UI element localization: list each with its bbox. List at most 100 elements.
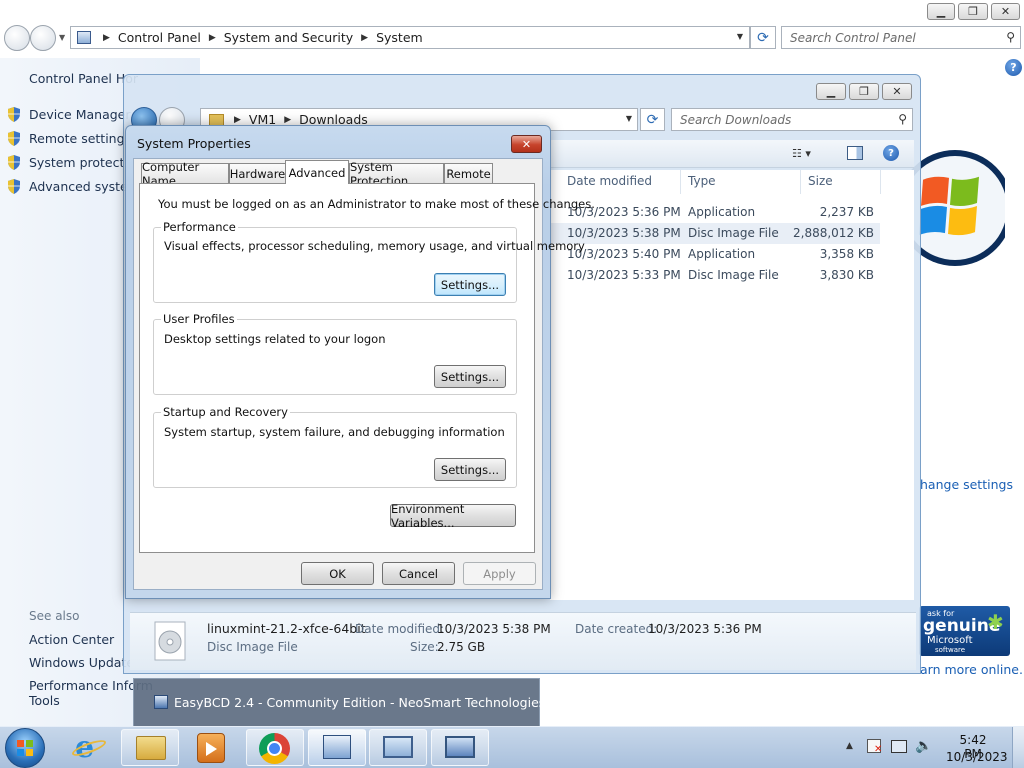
row-type: Application: [688, 205, 756, 219]
see-also-heading: See also: [29, 609, 80, 623]
ok-button[interactable]: OK: [301, 562, 374, 585]
breadcrumb-control-panel[interactable]: Control Panel: [118, 30, 201, 45]
tab-computer-name[interactable]: Computer Name: [141, 160, 229, 188]
address-dropdown-icon[interactable]: ▼: [626, 114, 632, 123]
volume-muted-icon[interactable]: 🔈: [915, 738, 932, 754]
row-size: 3,830 KB: [819, 268, 874, 282]
row-size: 2,888,012 KB: [793, 226, 874, 240]
device-manager-link[interactable]: Device Manager: [29, 107, 131, 122]
remote-settings-link[interactable]: Remote settings: [29, 131, 131, 146]
system-properties-button[interactable]: [431, 729, 489, 766]
column-divider: [680, 170, 681, 194]
shield-icon: [8, 131, 20, 146]
star-icon: ✱: [987, 610, 1004, 634]
control-panel-address-row: ▼ ▶ Control Panel ▶ System and Security …: [0, 24, 1024, 54]
remote-desktop-button[interactable]: [369, 729, 427, 766]
google-chrome-button[interactable]: [246, 729, 304, 766]
help-icon[interactable]: ?: [1005, 59, 1022, 76]
recent-pages-icon[interactable]: ▼: [59, 33, 65, 42]
preview-pane-icon[interactable]: [847, 146, 863, 160]
easybcd-icon: [323, 735, 351, 759]
search-placeholder: Search Downloads: [680, 112, 792, 127]
search-icon[interactable]: ⚲: [1006, 30, 1015, 44]
windows-update-link[interactable]: Windows Update: [29, 655, 134, 670]
chrome-icon: [259, 733, 290, 764]
column-size[interactable]: Size: [808, 174, 833, 188]
show-hidden-icons-button[interactable]: ▲: [846, 741, 853, 751]
table-row[interactable]: 10/3/2023 5:40 PM Application 3,358 KB: [550, 244, 880, 265]
network-icon[interactable]: [891, 740, 907, 753]
details-pane: linuxmint-21.2-xfce-64bit Disc Image Fil…: [130, 612, 916, 670]
explorer-close-button[interactable]: ✕: [882, 83, 912, 100]
performance-tools-link[interactable]: Tools: [29, 693, 60, 708]
tab-hardware[interactable]: Hardware: [229, 163, 286, 183]
disc-image-file-icon: [154, 621, 186, 661]
tab-remote[interactable]: Remote: [444, 163, 493, 183]
explorer-minimize-button[interactable]: ▁: [816, 83, 846, 100]
table-row[interactable]: 10/3/2023 5:36 PM Application 2,237 KB: [550, 202, 880, 223]
maximize-button[interactable]: ❐: [958, 3, 988, 20]
column-type[interactable]: Type: [688, 174, 716, 188]
show-desktop-button[interactable]: [1012, 727, 1024, 768]
genuine-microsoft-badge[interactable]: ask for genuine Microsoft software ✱: [919, 606, 1010, 656]
environment-variables-button[interactable]: Environment Variables...: [390, 502, 516, 530]
breadcrumb-system-security[interactable]: System and Security: [224, 30, 353, 45]
breadcrumb-arrow-icon: ▶: [208, 32, 216, 43]
breadcrumb-arrow-icon: ▶: [361, 32, 369, 43]
windows-flag-icon: [17, 740, 33, 756]
back-button[interactable]: [4, 25, 30, 51]
start-button[interactable]: [5, 728, 45, 768]
shield-icon: [8, 155, 20, 170]
control-panel-home-link[interactable]: Control Panel Hor: [29, 71, 138, 86]
internet-explorer-button[interactable]: e: [70, 731, 108, 765]
startup-recovery-settings-button[interactable]: Settings...: [434, 458, 506, 481]
windows-explorer-button[interactable]: [121, 729, 179, 766]
user-profiles-settings-button[interactable]: Settings...: [434, 365, 506, 388]
explorer-maximize-button[interactable]: ❐: [849, 83, 879, 100]
close-button[interactable]: ✕: [991, 3, 1020, 20]
row-type: Disc Image File: [688, 268, 779, 282]
folder-icon: [136, 736, 166, 760]
search-icon[interactable]: ⚲: [898, 112, 907, 126]
table-row[interactable]: 10/3/2023 5:33 PM Disc Image File 3,830 …: [550, 265, 880, 286]
performance-settings-button[interactable]: Settings...: [434, 273, 506, 296]
dialog-close-button[interactable]: ✕: [511, 135, 542, 153]
row-size: 2,237 KB: [819, 205, 874, 219]
change-settings-link[interactable]: hange settings: [920, 477, 1013, 492]
search-downloads-input[interactable]: Search Downloads ⚲: [671, 108, 913, 131]
performance-description: Visual effects, processor scheduling, me…: [164, 239, 585, 253]
easybcd-button[interactable]: [308, 729, 366, 766]
details-modified-label: Date modified:: [355, 622, 445, 636]
tab-system-protection[interactable]: System Protection: [349, 160, 444, 188]
minimize-button[interactable]: ▁: [927, 3, 955, 20]
search-control-panel-input[interactable]: Search Control Panel ⚲: [781, 26, 1021, 49]
easybcd-taskbar-preview[interactable]: EasyBCD 2.4 - Community Edition - NeoSma…: [133, 678, 545, 727]
breadcrumb-system[interactable]: System: [376, 30, 423, 45]
refresh-button[interactable]: ⟳: [750, 26, 776, 49]
tab-advanced[interactable]: Advanced: [285, 160, 349, 184]
row-size: 3,358 KB: [819, 247, 874, 261]
view-options-icon[interactable]: ☷ ▾: [792, 147, 811, 160]
media-player-icon[interactable]: [197, 733, 225, 763]
column-date-modified[interactable]: Date modified: [567, 174, 652, 188]
shield-icon: [8, 107, 20, 122]
clock-date[interactable]: 10/3/2023: [946, 750, 1008, 764]
table-row[interactable]: 10/3/2023 5:38 PM Disc Image File 2,888,…: [550, 223, 880, 244]
shield-icon: [8, 179, 20, 194]
action-center-flag-icon[interactable]: ✕: [867, 739, 882, 755]
user-profiles-title: User Profiles: [161, 312, 237, 326]
row-date: 10/3/2023 5:33 PM: [567, 268, 681, 282]
control-panel-titlebar: ▁ ❐ ✕: [0, 0, 1024, 24]
action-center-link[interactable]: Action Center: [29, 632, 114, 647]
apply-button[interactable]: Apply: [463, 562, 536, 585]
forward-button[interactable]: [30, 25, 56, 51]
address-bar[interactable]: ▶ Control Panel ▶ System and Security ▶ …: [70, 26, 750, 49]
genuine-line4: software: [935, 646, 966, 654]
learn-more-online-link[interactable]: arn more online...: [920, 662, 1024, 677]
folder-icon: [209, 113, 224, 126]
address-dropdown-icon[interactable]: ▼: [737, 32, 743, 41]
cancel-button[interactable]: Cancel: [382, 562, 455, 585]
help-icon[interactable]: ?: [883, 145, 899, 161]
explorer-refresh-button[interactable]: ⟳: [640, 108, 665, 131]
explorer-command-bar: ☷ ▾ ?: [550, 140, 914, 168]
